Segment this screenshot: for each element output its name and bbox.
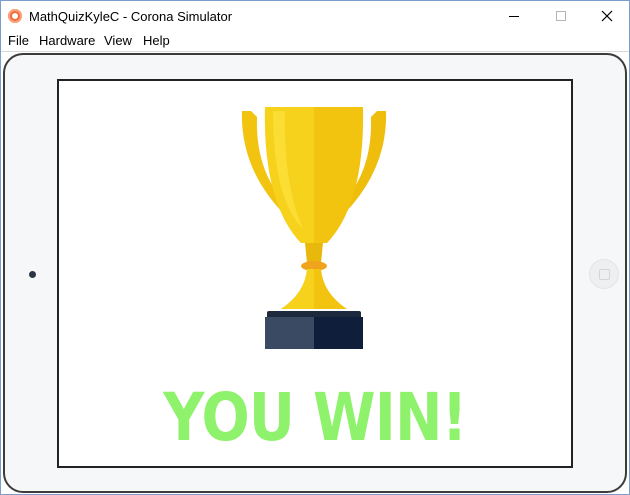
simulator-window: MathQuizKyleC - Corona Simulator File Ha… [0, 0, 630, 495]
menu-view[interactable]: View [104, 33, 132, 48]
menu-help[interactable]: Help [143, 33, 170, 48]
app-screen[interactable]: YOU WIN! [57, 79, 573, 468]
close-icon [601, 10, 613, 22]
menu-file[interactable]: File [8, 33, 29, 48]
menu-bar: File Hardware View Help [1, 31, 629, 52]
menu-hardware[interactable]: Hardware [39, 33, 95, 48]
window-title: MathQuizKyleC - Corona Simulator [29, 9, 233, 24]
corona-app-icon [8, 9, 22, 23]
close-button[interactable] [584, 1, 630, 31]
title-bar[interactable]: MathQuizKyleC - Corona Simulator [1, 1, 629, 31]
maximize-button[interactable] [538, 1, 584, 31]
trophy-icon [241, 107, 387, 349]
home-button[interactable] [589, 259, 619, 289]
maximize-icon [556, 11, 566, 21]
front-camera [29, 271, 36, 278]
minimize-button[interactable] [491, 1, 537, 31]
you-win-message: YOU WIN! [163, 379, 467, 456]
minimize-icon [509, 16, 519, 17]
